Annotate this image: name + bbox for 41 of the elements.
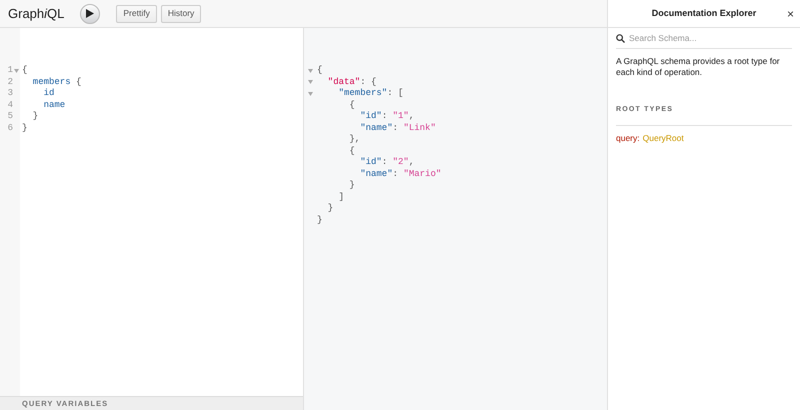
- line-number: 2: [8, 76, 13, 88]
- line-number: 1: [8, 65, 13, 76]
- code-line: ]: [338, 192, 346, 203]
- line-number: 6: [8, 122, 13, 134]
- run-button[interactable]: [80, 4, 100, 24]
- fold-arrow-icon[interactable]: [308, 80, 313, 84]
- code-line: "members": [: [338, 88, 404, 100]
- code-line: "name": "Mario": [359, 168, 442, 180]
- code-line: "id": "2",: [359, 157, 416, 168]
- fold-arrow-icon[interactable]: [14, 68, 19, 73]
- code-line: members {: [32, 76, 82, 88]
- line-number: 5: [8, 111, 13, 122]
- code-line: {: [22, 65, 28, 76]
- search-field[interactable]: Search Schema...: [629, 32, 792, 45]
- code-line: }: [317, 214, 324, 226]
- docs-title: Documentation Explorer: [652, 6, 756, 20]
- search-icon: [616, 34, 625, 43]
- toolbar-button[interactable]: History: [160, 4, 202, 22]
- code-line: }: [22, 122, 28, 134]
- code-line: {: [348, 100, 356, 111]
- play-icon: [86, 9, 94, 18]
- code-line: "id": "1",: [359, 111, 416, 122]
- docs-description: A GraphQL schema provides a root type for each kind of operation.: [616, 56, 781, 78]
- code-line: }: [326, 203, 334, 214]
- code-line: id: [42, 88, 56, 100]
- code-line: {: [348, 146, 356, 157]
- close-button[interactable]: ×: [786, 8, 794, 20]
- code-line: }: [348, 180, 356, 192]
- code-line: name: [42, 100, 66, 111]
- fold-arrow-icon[interactable]: [308, 92, 313, 96]
- app-logo: GraphiQL: [8, 4, 64, 23]
- code-line: "data": {: [326, 76, 378, 88]
- toolbar-button[interactable]: Prettify: [116, 4, 157, 22]
- line-number: 4: [8, 100, 13, 111]
- fold-arrow-icon[interactable]: [308, 68, 313, 73]
- code-line: "name": "Link": [359, 122, 437, 134]
- code-line: {: [317, 65, 324, 76]
- line-number: 3: [8, 88, 13, 100]
- field-name: query:: [616, 132, 640, 145]
- code-line: }: [32, 111, 40, 122]
- code-line: },: [348, 134, 362, 146]
